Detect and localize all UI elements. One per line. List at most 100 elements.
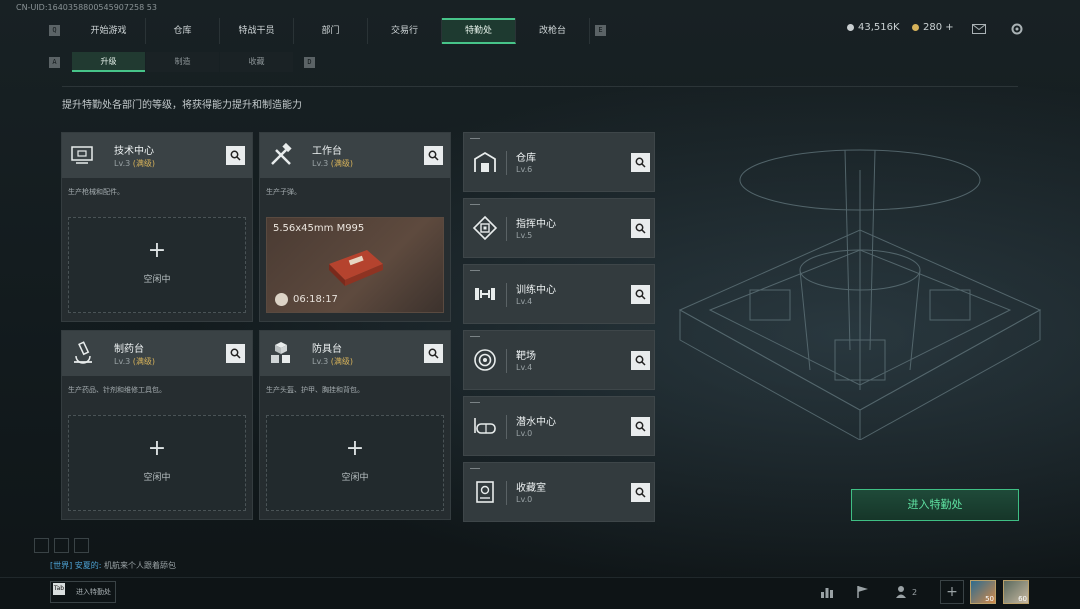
- separator: [506, 349, 507, 373]
- deco-square: [74, 538, 89, 553]
- separator: [506, 481, 507, 505]
- tab-department[interactable]: 部门: [294, 18, 368, 44]
- token-icon: [912, 24, 919, 31]
- tokens-display[interactable]: 280 +: [912, 22, 954, 33]
- enter-special-ops-button[interactable]: 进入特勤处: [851, 489, 1019, 521]
- facility-card-command-center[interactable]: 指挥中心 Lv.5: [463, 198, 655, 258]
- card-dash: [470, 270, 480, 271]
- department-name: 制药台: [114, 344, 144, 355]
- collection-label: 收藏: [248, 57, 265, 66]
- top-nav: 开始游戏 仓库 特战干员 部门 交易行 特勤处 改枪台: [72, 18, 590, 44]
- card-dash: [470, 402, 480, 403]
- department-name: 工作台: [312, 146, 342, 157]
- tab-trade[interactable]: 交易行: [368, 18, 442, 44]
- friends-count: 2: [912, 588, 918, 597]
- inspect-button[interactable]: [631, 285, 650, 304]
- deco-square: [34, 538, 49, 553]
- armor-cubes-icon: [271, 342, 290, 363]
- tab-operators[interactable]: 特战干员: [220, 18, 294, 44]
- mail-icon[interactable]: [972, 24, 986, 34]
- idle-label: 空闲中: [143, 473, 171, 483]
- card-dash: [470, 336, 480, 337]
- department-name: 技术中心: [114, 146, 154, 157]
- avatar[interactable]: 60: [1003, 580, 1029, 604]
- add-icon: +: [147, 436, 167, 461]
- craft-label: 制造: [174, 57, 191, 66]
- separator: [506, 415, 507, 439]
- inspect-button[interactable]: [631, 351, 650, 370]
- idle-slot[interactable]: + 空闲中: [68, 217, 246, 313]
- nav-left-key: Q: [49, 25, 60, 36]
- produce-text: 生产子弹。: [266, 188, 301, 196]
- subtab-craft[interactable]: 制造: [146, 52, 219, 72]
- coin-icon: [847, 24, 854, 31]
- add-friend-button[interactable]: +: [940, 580, 964, 604]
- chat-sender: 安夏的:: [74, 561, 102, 570]
- magnifier-icon: [635, 157, 646, 168]
- facility-card-collection-room[interactable]: 收藏室 Lv.0: [463, 462, 655, 522]
- produce-text: 生产药品、针剂和维修工具包。: [68, 386, 166, 394]
- flag-icon[interactable]: [856, 585, 870, 599]
- magnifier-icon: [428, 150, 439, 161]
- idle-label: 空闲中: [143, 275, 171, 285]
- avatar-level: 50: [985, 595, 994, 603]
- department-name: 防具台: [312, 344, 342, 355]
- tab-start-game[interactable]: 开始游戏: [72, 18, 146, 44]
- department-card-tech-center[interactable]: 技术中心 Lv.3 (满级) 生产枪械和配件。 + 空闲中: [61, 132, 253, 322]
- card-dash: [470, 138, 480, 139]
- chat-channel: [世界]: [50, 561, 73, 570]
- department-card-armor[interactable]: 防具台 Lv.3 (满级) 生产头盔、护甲、胸挂和背包。 + 空闲中: [259, 330, 451, 520]
- computer-icon: [71, 146, 93, 164]
- tab-special-ops[interactable]: 特勤处: [442, 18, 516, 44]
- chat-line[interactable]: [世界] 安夏的: 机航来个人跟着舔包: [50, 560, 176, 571]
- idle-slot[interactable]: + 空闲中: [266, 415, 444, 511]
- timer-icon: [275, 293, 288, 306]
- card-dash: [470, 204, 480, 205]
- tab-warehouse[interactable]: 仓库: [146, 18, 220, 44]
- inspect-button[interactable]: [424, 146, 443, 165]
- microscope-icon: [74, 341, 92, 364]
- facility-card-warehouse[interactable]: 仓库 Lv.6: [463, 132, 655, 192]
- add-icon: +: [946, 584, 958, 600]
- card-header: 技术中心 Lv.3 (满级): [62, 133, 252, 178]
- inspect-button[interactable]: [631, 417, 650, 436]
- magnifier-icon: [635, 487, 646, 498]
- crafting-slot[interactable]: 5.56x45mm M995 06:18:17: [266, 217, 444, 313]
- chat-message: 机航来个人跟着舔包: [104, 561, 177, 570]
- target-icon: [474, 349, 496, 371]
- tools-icon: [271, 142, 292, 165]
- subtab-upgrade[interactable]: 升级: [72, 52, 145, 72]
- facility-name: 潜水中心: [516, 417, 556, 428]
- inspect-button[interactable]: [631, 219, 650, 238]
- magnifier-icon: [635, 223, 646, 234]
- magnifier-icon: [635, 421, 646, 432]
- add-icon: +: [147, 238, 167, 263]
- facility-name: 指挥中心: [516, 219, 556, 230]
- idle-slot[interactable]: + 空闲中: [68, 415, 246, 511]
- avatar[interactable]: 50: [970, 580, 996, 604]
- inspect-button[interactable]: [631, 153, 650, 172]
- crafting-item-name: 5.56x45mm M995: [273, 223, 365, 234]
- friends-icon[interactable]: [896, 585, 910, 599]
- department-card-pharmacy[interactable]: 制药台 Lv.3 (满级) 生产药品、针剂和维修工具包。 + 空闲中: [61, 330, 253, 520]
- magnifier-icon: [635, 289, 646, 300]
- deco-square: [54, 538, 69, 553]
- stats-bar-chart-icon[interactable]: [820, 585, 834, 599]
- facility-card-shooting-range[interactable]: 靶场 Lv.4: [463, 330, 655, 390]
- subtab-collection[interactable]: 收藏: [220, 52, 293, 72]
- department-card-workbench[interactable]: 工作台 Lv.3 (满级) 生产子弹。 5.56x45mm M995 06:18…: [259, 132, 451, 322]
- tab-gunsmith[interactable]: 改枪台: [516, 18, 590, 44]
- coins-display[interactable]: 43,516K: [847, 22, 900, 33]
- inspect-button[interactable]: [424, 344, 443, 363]
- inspect-button[interactable]: [631, 483, 650, 502]
- settings-gear-icon[interactable]: [1010, 22, 1024, 36]
- nav-right-key: E: [595, 25, 606, 36]
- facility-card-diving-center[interactable]: 潜水中心 Lv.0: [463, 396, 655, 456]
- bottom-bar: [0, 577, 1080, 609]
- inspect-button[interactable]: [226, 146, 245, 165]
- magnifier-icon: [230, 150, 241, 161]
- department-level: Lv.3 (满级): [114, 159, 155, 168]
- facility-level: Lv.5: [516, 231, 533, 240]
- inspect-button[interactable]: [226, 344, 245, 363]
- facility-card-training-center[interactable]: 训练中心 Lv.4: [463, 264, 655, 324]
